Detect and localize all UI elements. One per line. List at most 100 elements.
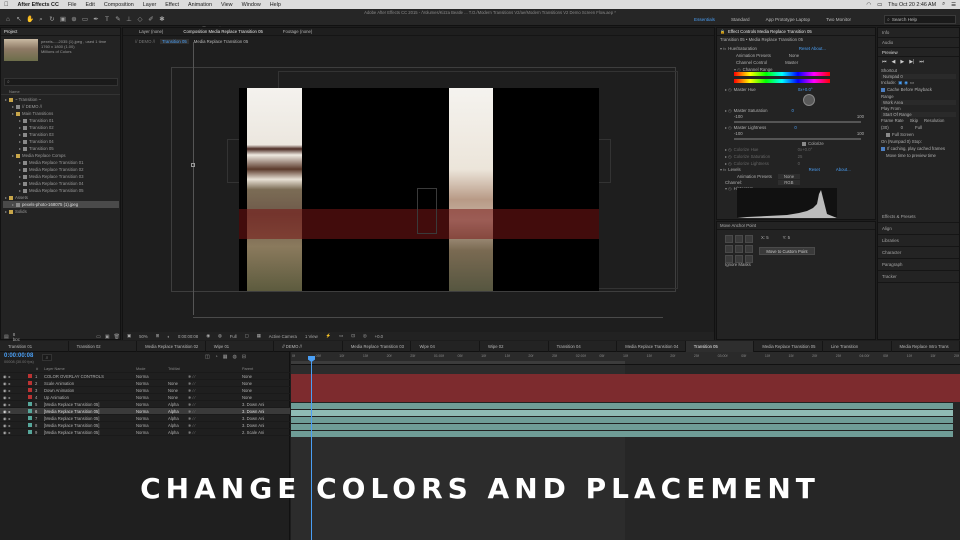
- project-item[interactable]: ▸ pexels-photo-168075 (1).jpeg: [3, 201, 119, 208]
- timeline-tab[interactable]: Wipe 01: [206, 340, 275, 352]
- effect-controls-tab[interactable]: 🔒 Effect Controls Media Replace Transiti…: [717, 28, 875, 36]
- brush-tool-icon[interactable]: ✎: [114, 16, 122, 24]
- info-panel-tab[interactable]: Info: [878, 28, 959, 38]
- menu-layer[interactable]: Layer: [143, 2, 157, 8]
- anchor-tab[interactable]: Move Anchor Point: [717, 222, 875, 230]
- master-hue-dial[interactable]: [803, 94, 815, 106]
- track-bar-8[interactable]: [291, 423, 953, 430]
- layer-switch-icons[interactable]: ✱ ∕ ∕: [188, 423, 242, 428]
- layer-mode[interactable]: Norma: [136, 423, 168, 428]
- menu-help[interactable]: Help: [270, 2, 281, 8]
- layer-mode[interactable]: Norma: [136, 388, 168, 393]
- effect-prop-value[interactable]: Master: [785, 60, 798, 65]
- layer-name[interactable]: COLOR OVERLAY CONTROLS: [44, 374, 136, 379]
- disclosure-icon[interactable]: ▸: [9, 402, 11, 407]
- disclosure-icon[interactable]: ▸: [5, 209, 7, 214]
- pan-behind-tool-icon[interactable]: ⊕: [70, 16, 78, 24]
- tab-composition[interactable]: Composition Media Replace Transition 05: [183, 29, 263, 34]
- layer-trkmat[interactable]: None: [168, 381, 188, 386]
- project-item[interactable]: ▸ Transition 05: [3, 145, 119, 152]
- apple-icon[interactable]: : [4, 2, 9, 8]
- timeline-tab[interactable]: Media Replace Transition 05: [754, 340, 823, 352]
- disclosure-icon[interactable]: ▸: [12, 111, 14, 116]
- levels-histogram[interactable]: [737, 188, 837, 218]
- visibility-icon[interactable]: ◉: [3, 388, 7, 393]
- views-select[interactable]: 1 View: [305, 334, 318, 339]
- master-lightness-slider[interactable]: [734, 138, 861, 140]
- timeline-tab[interactable]: Wipe 04: [411, 340, 481, 352]
- layer-parent[interactable]: 2. Scale Ani: [242, 430, 282, 435]
- levels-reset-button[interactable]: Reset: [809, 167, 820, 172]
- effect-prop-value[interactable]: Reset About...: [799, 46, 826, 51]
- workspace-app-prototype-laptop[interactable]: App Prototype Laptop: [766, 17, 810, 22]
- visibility-icon[interactable]: ◉: [3, 430, 7, 435]
- layer-name[interactable]: Down Animation: [44, 388, 136, 393]
- layer-parent[interactable]: 3. Down Ani: [242, 409, 282, 414]
- rectangle-tool-icon[interactable]: ▭: [81, 16, 89, 24]
- layer-mode[interactable]: Norma: [136, 402, 168, 407]
- layer-name[interactable]: Up Animation: [44, 395, 136, 400]
- timeline-tab[interactable]: // DEMO //: [274, 340, 343, 352]
- label-color-icon[interactable]: [28, 381, 32, 385]
- puppet-tool-icon[interactable]: ✱: [158, 16, 166, 24]
- disclosure-icon[interactable]: ▸: [9, 388, 11, 393]
- timeline-tab[interactable]: Line Transition: [823, 340, 892, 352]
- timeline-layer-row[interactable]: ◉ ▸ 1 COLOR OVERLAY CONTROLS Norma ✱ ∕ ∕ None: [0, 373, 290, 380]
- timeline-layer-row[interactable]: ◉ ▸ 9 [Media Replace Transition 05] Norma Alp…: [0, 429, 290, 436]
- menu-edit[interactable]: Edit: [86, 2, 95, 8]
- visibility-icon[interactable]: ◉: [3, 381, 7, 386]
- timeline-layer-row[interactable]: ◉ ▸ 8 [Media Replace Transition 05] Norma Alp…: [0, 422, 290, 429]
- motion-blur-icon[interactable]: ◍: [233, 354, 237, 360]
- layer-trkmat[interactable]: None: [168, 395, 188, 400]
- timeline-layer-row[interactable]: ◉ ▸ 7 [Media Replace Transition 05] Norma Alp…: [0, 415, 290, 422]
- layer-mode[interactable]: Norma: [136, 395, 168, 400]
- disclosure-icon[interactable]: ▸: [5, 195, 7, 200]
- mask-icon[interactable]: ◐: [167, 334, 170, 339]
- anchor-y[interactable]: Y: 5: [783, 235, 790, 240]
- project-item[interactable]: ▸ ~ Transition ~: [3, 96, 119, 103]
- layer-trkmat[interactable]: Alpha: [168, 416, 188, 421]
- snapshot-icon[interactable]: ◉: [206, 333, 210, 339]
- layer-mode[interactable]: Norma: [136, 381, 168, 386]
- layer-trkmat[interactable]: Alpha: [168, 402, 188, 407]
- subtab-media-replace[interactable]: Media Replace Transition 05: [194, 39, 248, 44]
- notification-icon[interactable]: ☰: [951, 2, 956, 8]
- playhead-line[interactable]: [311, 357, 312, 540]
- menu-animation[interactable]: Animation: [188, 2, 212, 8]
- disclosure-icon[interactable]: ▸: [9, 374, 11, 379]
- last-frame-icon[interactable]: ⏭: [919, 59, 924, 65]
- overlay-toggle-icon[interactable]: ▭: [910, 80, 914, 86]
- layer-switch-icons[interactable]: ✱ ∕ ∕: [188, 374, 242, 379]
- draft-3d-icon[interactable]: ◫: [205, 354, 210, 360]
- project-item[interactable]: ▸ Media Replace Comps: [3, 152, 119, 159]
- roto-tool-icon[interactable]: ✐: [147, 16, 155, 24]
- project-item[interactable]: ▸ Media Replace Transition 01: [3, 159, 119, 166]
- layer-trkmat[interactable]: Alpha: [168, 409, 188, 414]
- region-icon[interactable]: ▢: [245, 333, 249, 339]
- project-item[interactable]: ▸ Media Replace Transition 05: [3, 187, 119, 194]
- col-layer-name[interactable]: Layer Name: [44, 367, 136, 371]
- label-color-icon[interactable]: [28, 395, 32, 399]
- channel-range-spectrum-bottom[interactable]: [734, 79, 830, 83]
- disclosure-icon[interactable]: ▸: [19, 160, 21, 165]
- anchor-grid-cell[interactable]: [725, 245, 733, 253]
- disclosure-icon[interactable]: ▸: [9, 416, 11, 421]
- video-toggle-icon[interactable]: ▣: [898, 80, 902, 86]
- timeline-tab[interactable]: Media Replace Intro Trans: [892, 340, 960, 352]
- composition-canvas[interactable]: [239, 88, 599, 291]
- layer-name[interactable]: [Media Replace Transition 05]: [44, 402, 136, 407]
- levels-channel-select[interactable]: RGB: [778, 180, 800, 185]
- pen-tool-icon[interactable]: ✒: [92, 16, 100, 24]
- disclosure-icon[interactable]: ▸: [19, 174, 21, 179]
- track-bar-9[interactable]: [291, 430, 953, 437]
- timeline-tab[interactable]: Media Replace Transition 03: [343, 340, 412, 352]
- frame-blend-icon[interactable]: ▦: [223, 354, 228, 360]
- stop-option-1[interactable]: If caching, play cached frames: [878, 145, 959, 152]
- panel-tab-align[interactable]: Align: [878, 223, 959, 235]
- interpret-footage-icon[interactable]: ▤: [4, 334, 9, 340]
- disclosure-icon[interactable]: ▸: [9, 395, 11, 400]
- disclosure-icon[interactable]: ▸: [19, 139, 21, 144]
- project-item[interactable]: ▸ Media Replace Transition 03: [3, 173, 119, 180]
- timeline-tab[interactable]: Transition 04: [549, 340, 618, 352]
- project-search-input[interactable]: ⌕: [4, 78, 118, 86]
